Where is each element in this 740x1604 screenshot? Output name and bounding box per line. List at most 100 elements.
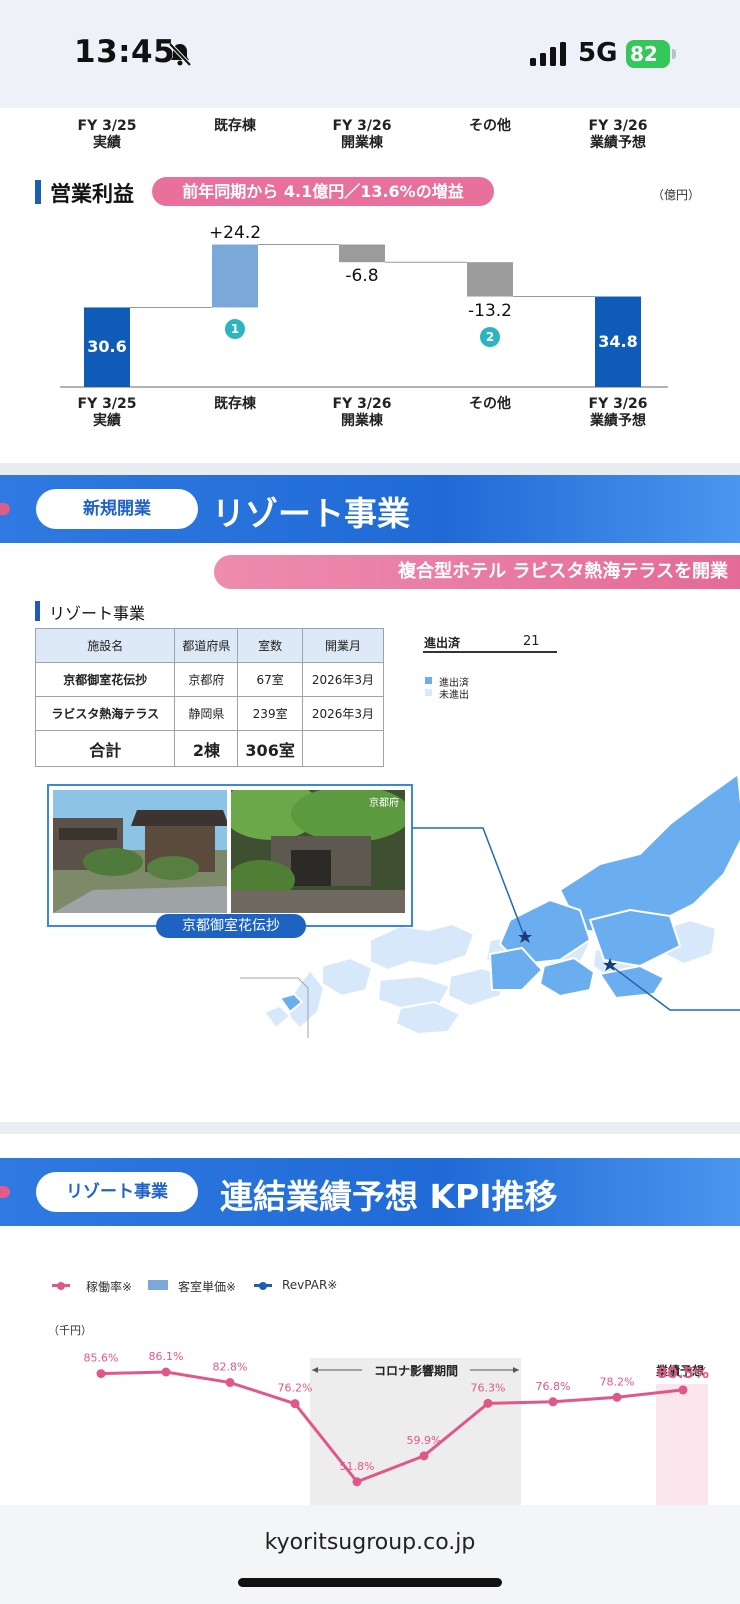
banner-accent	[0, 503, 10, 515]
bell-off-icon	[168, 42, 192, 67]
photo-location-tag: 京都府	[369, 798, 399, 809]
waterfall-category-label-line: FY 3/25	[77, 396, 137, 412]
map-stat-label: 進出済	[424, 636, 461, 650]
waterfall-category-label-line: FY 3/26	[588, 396, 648, 412]
occupancy-value-label: 76.3%	[471, 1381, 506, 1394]
legend-swatch-not-entered	[425, 689, 432, 696]
section-divider	[0, 463, 740, 475]
total-empty	[301, 730, 385, 767]
legend-room-rate: 客室単価※	[178, 1280, 237, 1294]
waterfall-category-label-line: 業績予想	[590, 413, 646, 429]
waterfall-top-label: 既存棟	[175, 118, 295, 135]
cell-opening: 2026年3月	[301, 662, 385, 697]
header-opening: 開業月	[301, 628, 385, 663]
waterfall-marker: 2	[480, 326, 500, 347]
facility-render-photo	[53, 790, 227, 913]
cell-prefecture: 京都府	[174, 662, 239, 697]
waterfall-top-label: FY 3/25 実績	[47, 118, 167, 152]
table-row: ラビスタ熱海テラス 静岡県 239室 2026年3月	[34, 696, 385, 731]
profit-badge: 前年同期から 4.1億円／13.6%の増益	[152, 177, 494, 206]
section-marker	[35, 180, 41, 204]
occupancy-point	[225, 1378, 235, 1388]
legend-not-entered: 未進出	[439, 690, 469, 701]
kpi-banner: リゾート事業 連結業績予想 KPI推移	[0, 1158, 740, 1226]
waterfall-top-label-line: FY 3/26	[332, 118, 392, 134]
waterfall-top-label-line: 実績	[93, 135, 121, 151]
waterfall-bar	[339, 244, 385, 263]
cell-facility: ラビスタ熱海テラス	[34, 696, 176, 731]
waterfall-value-label: -6.8	[345, 266, 379, 287]
legend-swatch-entered	[425, 677, 432, 684]
occupancy-point	[96, 1369, 106, 1379]
waterfall-category-label: FY 3/26 業績予想	[558, 396, 678, 430]
total-buildings: 2棟	[174, 730, 239, 767]
waterfall-bar	[212, 244, 258, 308]
waterfall-top-label: その他	[430, 118, 550, 135]
waterfall-top-label-line: 既存棟	[214, 118, 256, 134]
status-bar: 13:45 5G 82	[0, 0, 740, 108]
resort-banner: 新規開業 リゾート事業	[0, 475, 740, 543]
occupancy-value-label: 51.8%	[340, 1460, 375, 1473]
header-prefecture: 都道府県	[174, 628, 239, 663]
occupancy-point	[612, 1392, 622, 1402]
cell-rooms: 239室	[237, 696, 303, 731]
occupancy-value-label: 85.6%	[84, 1352, 119, 1365]
waterfall-top-label-line: その他	[469, 118, 511, 134]
cellular-signal-icon	[530, 42, 566, 66]
waterfall-category-label: FY 3/26 開業棟	[302, 396, 422, 430]
occupancy-point	[419, 1451, 429, 1461]
waterfall-bar	[467, 262, 513, 297]
waterfall-category-label: 既存棟	[175, 396, 295, 413]
legend-occupancy: 稼働率※	[86, 1280, 133, 1294]
waterfall-category-label-line: FY 3/26	[332, 396, 392, 412]
resort-title: リゾート事業	[212, 494, 410, 533]
facility-table: 施設名 都道府県 室数 開業月 京都御室花伝抄 京都府 67室 2026年3月 …	[34, 628, 385, 767]
waterfall-value-label: 30.6	[87, 337, 127, 357]
photo-caption: 京都御室花伝抄	[156, 914, 306, 938]
table-row: 京都御室花伝抄 京都府 67室 2026年3月	[34, 662, 385, 697]
battery-level: 82	[630, 42, 658, 66]
legend-revpar-dot	[259, 1282, 267, 1290]
waterfall-top-label-line: FY 3/26	[588, 118, 648, 134]
legend-occupancy-dot	[57, 1282, 65, 1290]
occupancy-point	[161, 1367, 171, 1377]
operating-profit-title: 営業利益	[50, 182, 134, 206]
screen: 13:45 5G 82 FY 3/25 実績 既存棟 FY 3/26 開業棟 その他 FY …	[0, 0, 740, 1604]
waterfall-category-label: その他	[430, 396, 550, 413]
waterfall-category-label-line: 実績	[93, 413, 121, 429]
page-url[interactable]: kyoritsugroup.co.jp	[0, 1530, 740, 1555]
cell-rooms: 67室	[237, 662, 303, 697]
home-indicator[interactable]	[238, 1578, 502, 1587]
occupancy-value-label: 86.1%	[149, 1350, 184, 1363]
occupancy-point	[483, 1398, 493, 1408]
total-rooms: 306室	[237, 730, 303, 767]
occupancy-point	[290, 1399, 300, 1409]
waterfall-value-label: 34.8	[598, 331, 638, 351]
waterfall-top-label-line: FY 3/25	[77, 118, 137, 134]
occupancy-point	[678, 1385, 688, 1395]
occupancy-point	[352, 1477, 362, 1487]
map-stat-underline	[423, 651, 557, 653]
waterfall-chart	[60, 244, 668, 388]
waterfall-category-label-line: その他	[469, 396, 511, 412]
facility-photo-frame: 京都府	[47, 784, 413, 927]
kpi-unit: （千円）	[48, 1324, 92, 1337]
header-facility: 施設名	[34, 628, 176, 663]
occupancy-value-label: 82.8%	[213, 1361, 248, 1374]
waterfall-top-label-line: 業績予想	[590, 135, 646, 151]
occupancy-line	[100, 1370, 684, 1484]
waterfall-top-label: FY 3/26 開業棟	[302, 118, 422, 152]
total-label: 合計	[34, 730, 176, 767]
legend-room-rate-swatch	[148, 1280, 168, 1290]
unit-label: （億円）	[652, 188, 701, 202]
legend-revpar: RevPAR※	[282, 1278, 338, 1292]
new-opening-pill: 新規開業	[36, 489, 198, 529]
hotel-opening-banner: 複合型ホテル ラビスタ熱海テラスを開業	[214, 555, 740, 589]
cell-facility: 京都御室花伝抄	[34, 662, 176, 697]
status-time: 13:45	[74, 34, 176, 70]
waterfall-value-label: +24.2	[208, 222, 262, 243]
battery-icon: 82	[626, 40, 676, 68]
occupancy-value-label: 59.9%	[407, 1434, 442, 1447]
resort-subtitle: リゾート事業	[49, 604, 146, 623]
occupancy-value-label: 78.2%	[600, 1375, 635, 1388]
